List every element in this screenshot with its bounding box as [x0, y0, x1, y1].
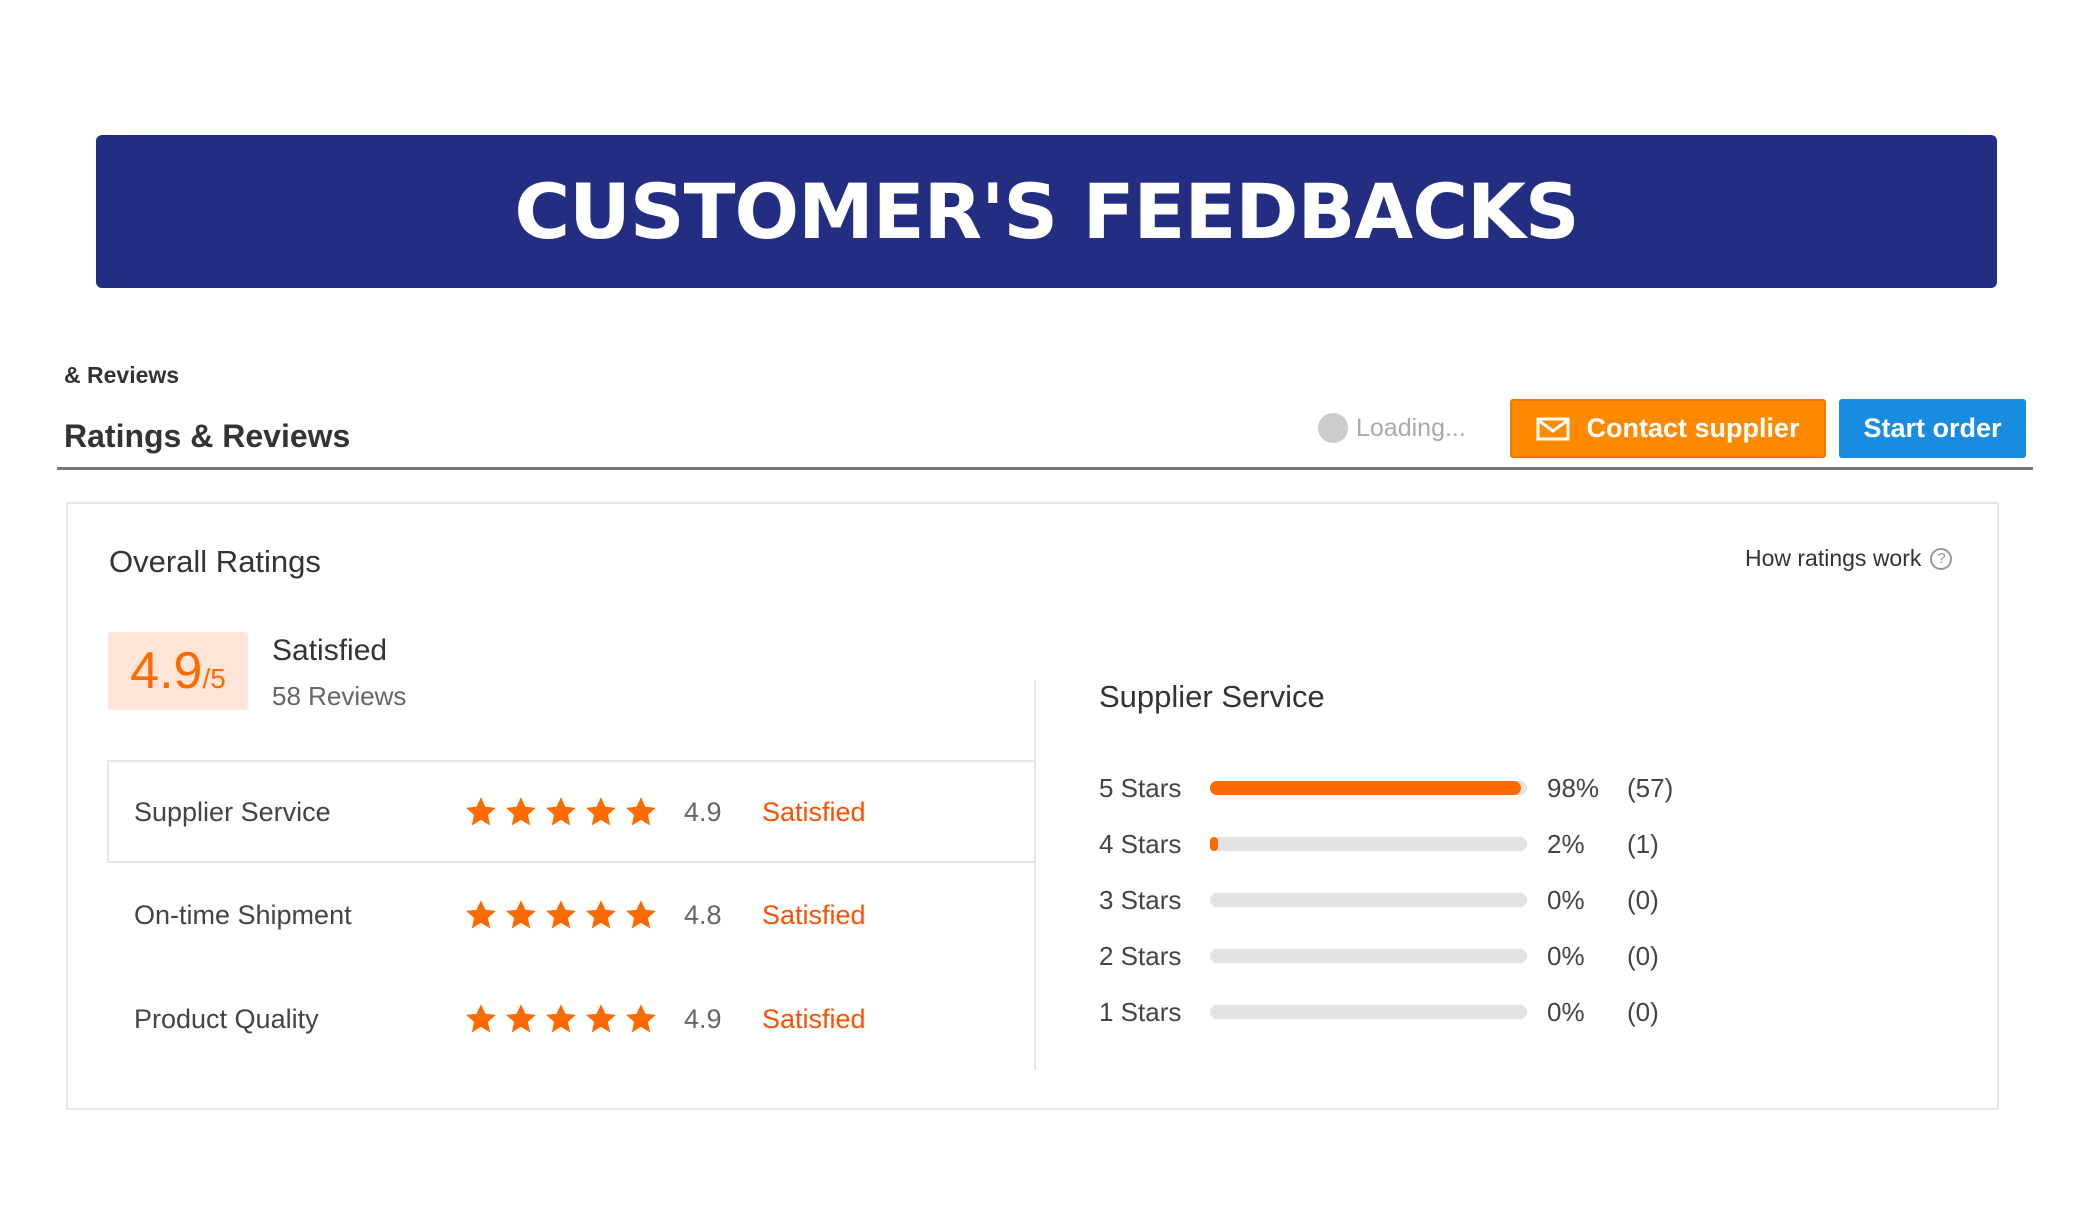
star-icon — [626, 797, 656, 826]
count-value: (1) — [1627, 828, 1659, 859]
star-icon — [466, 900, 496, 929]
start-order-button[interactable]: Start order — [1839, 399, 2026, 458]
progress-track — [1210, 1005, 1527, 1019]
contact-supplier-label: Contact supplier — [1586, 413, 1800, 443]
overall-ratings-title: Overall Ratings — [109, 544, 321, 579]
percent-value: 0% — [1547, 940, 1585, 971]
star-icon — [506, 900, 536, 929]
count-value: (0) — [1627, 940, 1659, 971]
how-ratings-work-link[interactable]: How ratings work ? — [1745, 545, 1953, 572]
overall-score: 4.9 — [130, 642, 203, 700]
star-level-label: 4 Stars — [1099, 828, 1182, 859]
star-icon — [626, 1004, 656, 1033]
percent-value: 98% — [1547, 772, 1600, 803]
percent-value: 0% — [1547, 884, 1585, 915]
progress-track — [1210, 781, 1527, 795]
progress-track — [1210, 893, 1527, 907]
progress-track — [1210, 949, 1527, 963]
review-count[interactable]: 58 Reviews — [272, 681, 406, 712]
overall-score-suffix: /5 — [202, 663, 226, 694]
star-rating — [464, 898, 684, 932]
page-title: Ratings & Reviews — [64, 418, 351, 454]
contact-supplier-button[interactable]: Contact supplier — [1510, 399, 1826, 458]
progress-fill — [1210, 781, 1521, 795]
rating-row-label: Product Quality — [134, 1003, 319, 1034]
how-ratings-work-label: How ratings work — [1745, 545, 1922, 571]
breadcrumb[interactable]: & Reviews — [64, 362, 179, 389]
star-level-label: 3 Stars — [1099, 884, 1182, 915]
star-icon — [546, 900, 576, 929]
rating-value: 4.9 — [684, 796, 722, 827]
star-icon — [586, 797, 616, 826]
star-distribution-row[interactable]: 4 Stars 2% (1) — [1099, 827, 1659, 861]
rating-row[interactable]: On-time Shipment 4.8 Satisfied — [134, 895, 866, 935]
star-level-label: 5 Stars — [1099, 772, 1182, 803]
star-level-label: 2 Stars — [1099, 940, 1182, 971]
rating-status: Satisfied — [762, 796, 866, 827]
count-value: (0) — [1627, 996, 1659, 1027]
question-circle-icon[interactable]: ? — [1930, 547, 1953, 570]
spinner-icon — [1318, 413, 1348, 443]
star-distribution-row[interactable]: 2 Stars 0% (0) — [1099, 939, 1659, 973]
star-icon — [506, 1004, 536, 1033]
count-value: (57) — [1627, 772, 1674, 803]
rating-status: Satisfied — [762, 899, 866, 930]
star-icon — [546, 797, 576, 826]
start-order-label: Start order — [1863, 413, 2002, 443]
star-distribution-row[interactable]: 1 Stars 0% (0) — [1099, 995, 1659, 1029]
star-icon — [586, 1004, 616, 1033]
overall-satisfaction: Satisfied — [272, 634, 388, 667]
banner: CUSTOMER'S FEEDBACKS — [96, 135, 1997, 288]
rating-row[interactable]: Supplier Service 4.9 Satisfied — [134, 792, 866, 832]
progress-fill — [1210, 837, 1218, 851]
star-icon — [506, 797, 536, 826]
column-divider — [1034, 680, 1036, 1070]
star-rating — [464, 795, 684, 829]
banner-title: CUSTOMER'S FEEDBACKS — [514, 167, 1579, 256]
star-level-label: 1 Stars — [1099, 996, 1182, 1027]
star-icon — [546, 1004, 576, 1033]
loading-indicator: Loading... — [1318, 413, 1466, 443]
star-rating — [464, 1002, 684, 1036]
rating-row[interactable]: Product Quality 4.9 Satisfied — [134, 999, 866, 1039]
rating-value: 4.8 — [684, 899, 722, 930]
star-distribution-row[interactable]: 3 Stars 0% (0) — [1099, 883, 1659, 917]
percent-value: 2% — [1547, 828, 1585, 859]
rating-value: 4.9 — [684, 1003, 722, 1034]
star-icon — [586, 900, 616, 929]
star-icon — [466, 1004, 496, 1033]
supplier-service-title: Supplier Service — [1099, 679, 1325, 714]
overall-score-badge: 4.9 /5 — [108, 632, 248, 710]
percent-value: 0% — [1547, 996, 1585, 1027]
count-value: (0) — [1627, 884, 1659, 915]
star-distribution-row[interactable]: 5 Stars 98% (57) — [1099, 771, 1673, 805]
star-icon — [466, 797, 496, 826]
progress-track — [1210, 837, 1527, 851]
header-divider — [57, 467, 2033, 470]
rating-row-label: Supplier Service — [134, 796, 331, 827]
star-icon — [626, 900, 656, 929]
mail-icon — [1536, 417, 1570, 440]
rating-row-label: On-time Shipment — [134, 899, 352, 930]
loading-text: Loading... — [1356, 413, 1466, 442]
rating-status: Satisfied — [762, 1003, 866, 1034]
